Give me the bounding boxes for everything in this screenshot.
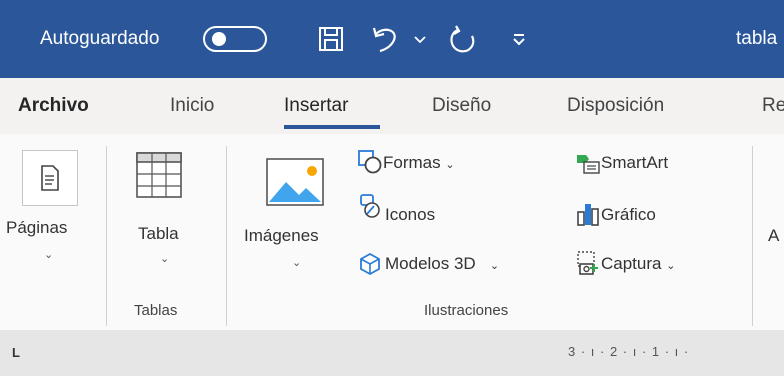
active-tab-indicator	[284, 125, 380, 129]
ribbon-tabs: Archivo Inicio Insertar Diseño Disposici…	[0, 78, 784, 134]
tab-inicio[interactable]: Inicio	[170, 78, 214, 134]
icons-icon	[360, 194, 380, 218]
chevron-down-icon[interactable]: ⌄	[292, 256, 301, 269]
group-label-ilustraciones: Ilustraciones	[424, 302, 509, 319]
screenshot-icon	[577, 251, 598, 275]
3d-models-icon	[360, 252, 380, 276]
modelos3d-button[interactable]: Modelos 3D ⌄	[385, 254, 499, 274]
tab-archivo[interactable]: Archivo	[18, 78, 89, 134]
undo-icon[interactable]	[370, 24, 402, 54]
page-icon	[41, 165, 59, 191]
shapes-icon	[358, 150, 382, 174]
document-title: tabla	[736, 28, 778, 49]
chevron-down-icon[interactable]: ⌄	[160, 252, 169, 265]
next-group-label[interactable]: A	[768, 226, 779, 246]
autosave-toggle[interactable]	[203, 26, 267, 52]
iconos-button[interactable]: Iconos	[385, 205, 435, 225]
modelos3d-label: Modelos 3D	[385, 254, 476, 273]
group-label-tablas: Tablas	[134, 302, 178, 319]
redo-icon[interactable]	[446, 24, 478, 56]
title-bar: Autoguardado tabla	[0, 0, 784, 78]
undo-dropdown-icon[interactable]	[414, 36, 426, 44]
autosave-label: Autoguardado	[40, 28, 160, 49]
chevron-down-icon: ⌄	[666, 260, 676, 272]
tab-disposicion[interactable]: Disposición	[567, 78, 664, 134]
imagenes-label[interactable]: Imágenes	[244, 226, 319, 246]
group-divider	[752, 146, 753, 326]
formas-button[interactable]: Formas ⌄	[383, 153, 455, 173]
chevron-down-icon: ⌄	[445, 159, 455, 171]
tab-diseno[interactable]: Diseño	[432, 78, 491, 134]
captura-label: Captura	[601, 254, 662, 273]
tab-selector[interactable]: L	[12, 345, 20, 360]
tab-cut[interactable]: Re	[762, 78, 784, 134]
formas-label: Formas	[383, 153, 441, 172]
tabla-label[interactable]: Tabla	[138, 224, 179, 244]
chevron-down-icon[interactable]: ⌄	[44, 248, 53, 261]
table-icon[interactable]	[136, 152, 182, 198]
paginas-label[interactable]: Páginas	[6, 218, 67, 238]
grafico-button[interactable]: Gráfico	[601, 205, 656, 225]
chevron-down-icon: ⌄	[489, 260, 500, 272]
paginas-button[interactable]	[22, 150, 78, 206]
customize-toolbar-icon[interactable]	[512, 32, 526, 46]
captura-button[interactable]: Captura ⌄	[601, 254, 675, 274]
smartart-icon	[577, 155, 600, 174]
toggle-knob	[212, 32, 226, 46]
chart-icon	[577, 204, 599, 226]
save-icon[interactable]	[318, 26, 344, 52]
group-divider	[106, 146, 107, 326]
image-icon[interactable]	[266, 158, 324, 206]
ruler-marks: 3 · ı · 2 · ı · 1 · ı ·	[568, 344, 690, 359]
group-divider	[226, 146, 227, 326]
smartart-button[interactable]: SmartArt	[601, 153, 668, 173]
